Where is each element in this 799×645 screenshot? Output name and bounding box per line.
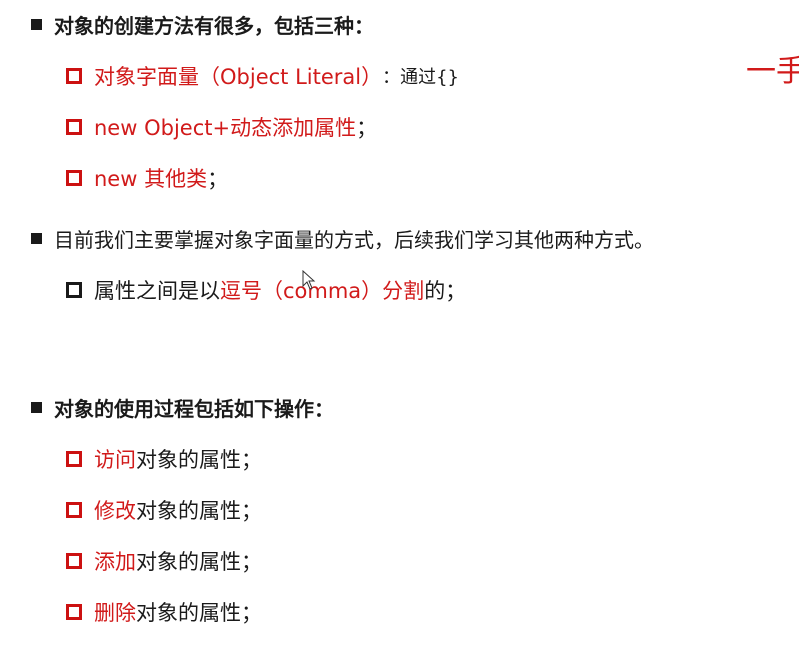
item-text: 对象的属性； (136, 499, 262, 523)
mouse-cursor-icon (302, 270, 316, 290)
square-bullet-icon (31, 19, 42, 30)
item-text: 对象的属性； (136, 448, 262, 472)
item-text: ：通过{} (382, 67, 459, 88)
section-3-item-2: 修改 对象的属性； (66, 495, 262, 525)
hollow-square-bullet-icon (66, 451, 82, 467)
item-highlight: 添加 (94, 550, 136, 574)
item-text-pre: 属性之间是以 (94, 279, 220, 303)
section-3-title: 对象的使用过程包括如下操作： (54, 397, 334, 421)
item-text: 对象的属性； (136, 550, 262, 574)
item-highlight: 逗号（comma）分割 (220, 279, 425, 303)
item-highlight: 访问 (94, 448, 136, 472)
section-1-heading: 对象的创建方法有很多，包括三种： (31, 10, 374, 39)
item-highlight: 对象字面量（Object Literal） (94, 65, 383, 89)
section-1-item-2: new Object+动态添加属性 ； (66, 112, 377, 142)
item-highlight: 删除 (94, 601, 136, 625)
hollow-square-bullet-icon (66, 553, 82, 569)
corner-text: 一手 (746, 54, 799, 89)
hollow-square-bullet-icon (66, 502, 82, 518)
item-text: ； (356, 116, 378, 140)
item-text-post: 的； (424, 279, 467, 303)
hollow-square-bullet-icon (66, 604, 82, 620)
section-3-heading: 对象的使用过程包括如下操作： (31, 393, 334, 422)
square-bullet-icon (31, 233, 42, 244)
hollow-square-bullet-icon (66, 68, 82, 84)
square-bullet-icon (31, 402, 42, 413)
hollow-square-bullet-icon (66, 170, 82, 186)
item-text: ； (207, 167, 229, 191)
item-text: 对象的属性； (136, 601, 262, 625)
item-highlight: 修改 (94, 499, 136, 523)
hollow-square-bullet-icon (66, 119, 82, 135)
section-2-heading: 目前我们主要掌握对象字面量的方式，后续我们学习其他两种方式。 (31, 224, 654, 253)
section-3-item-1: 访问 对象的属性； (66, 444, 262, 474)
section-3-item-3: 添加 对象的属性； (66, 546, 262, 576)
section-2-item: 属性之间是以 逗号（comma）分割 的； (66, 275, 466, 305)
item-highlight: new Object+动态添加属性 (94, 116, 357, 140)
section-3-item-4: 删除 对象的属性； (66, 597, 262, 627)
section-1-item-3: new 其他类 ； (66, 163, 228, 193)
section-1-item-1: 对象字面量（Object Literal） ：通过{} (66, 61, 459, 91)
item-highlight: new 其他类 (94, 167, 208, 191)
hollow-square-bullet-icon (66, 282, 82, 298)
section-1-title: 对象的创建方法有很多，包括三种： (54, 14, 374, 38)
section-2-title: 目前我们主要掌握对象字面量的方式，后续我们学习其他两种方式。 (54, 228, 654, 252)
